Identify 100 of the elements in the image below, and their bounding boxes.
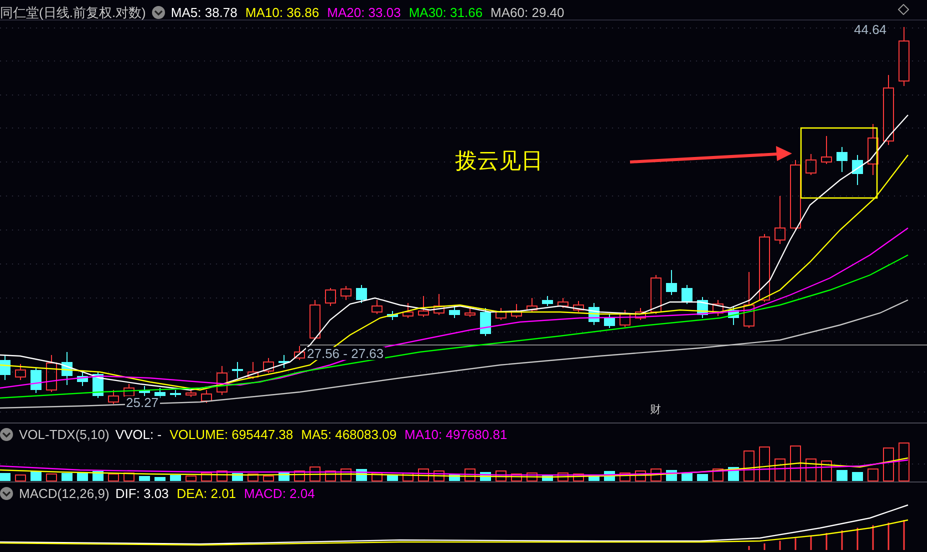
candlestick bbox=[372, 300, 382, 314]
volume-bar bbox=[511, 474, 522, 482]
legend-value: VOLUME: 695447.38 bbox=[170, 426, 294, 444]
candlestick bbox=[46, 354, 57, 392]
legend-value: MA10: 497680.81 bbox=[404, 426, 508, 444]
candlestick bbox=[744, 272, 754, 328]
volume-bar bbox=[496, 470, 506, 482]
legend-value: DIF: 3.03 bbox=[115, 485, 169, 503]
volume-bar bbox=[248, 474, 258, 482]
volume-bar bbox=[790, 446, 801, 482]
price-label: 44.64 bbox=[853, 23, 888, 36]
candlestick bbox=[620, 310, 630, 328]
volume-bar bbox=[108, 474, 119, 482]
candlestick bbox=[124, 384, 134, 398]
legend-value: VVOL: - bbox=[115, 426, 162, 444]
candlestick bbox=[712, 300, 724, 316]
volume-bar bbox=[712, 468, 724, 482]
candlestick bbox=[635, 308, 646, 320]
volume-bar bbox=[418, 468, 429, 482]
volume-bar bbox=[650, 468, 662, 482]
candlestick bbox=[790, 160, 801, 230]
candlestick bbox=[62, 352, 72, 386]
candlestick bbox=[402, 302, 414, 318]
volume-bar bbox=[697, 474, 708, 481]
volume-bar bbox=[186, 476, 196, 482]
candlestick bbox=[573, 300, 584, 312]
legend-value: MA10: 36.86 bbox=[245, 4, 320, 22]
volume-bar bbox=[558, 472, 568, 482]
volume-bar bbox=[434, 470, 444, 482]
legend-value: MA20: 33.03 bbox=[327, 4, 401, 22]
diamond-icon[interactable] bbox=[898, 4, 909, 15]
candlestick bbox=[77, 372, 88, 386]
volume-bar bbox=[620, 472, 630, 482]
volume-bar bbox=[852, 472, 863, 481]
finance-marker: 财 bbox=[650, 405, 661, 416]
candlestick bbox=[325, 288, 336, 306]
candlestick bbox=[232, 362, 243, 378]
candlestick bbox=[15, 364, 26, 380]
candlestick bbox=[666, 270, 677, 296]
candlestick bbox=[883, 74, 894, 146]
candlestick bbox=[278, 354, 290, 368]
volume-bar bbox=[325, 470, 336, 482]
candlestick bbox=[588, 302, 600, 326]
candlestick bbox=[108, 390, 119, 404]
candlestick bbox=[186, 390, 196, 398]
dropdown-icon[interactable] bbox=[0, 487, 13, 500]
volume-bar bbox=[340, 468, 352, 482]
volume-bar bbox=[216, 470, 228, 482]
volume-bar bbox=[821, 460, 832, 482]
volume-bar bbox=[774, 458, 786, 482]
candlestick bbox=[852, 154, 863, 186]
volume-bar bbox=[139, 476, 150, 481]
candlestick bbox=[542, 296, 553, 306]
volume-bar bbox=[573, 474, 584, 482]
panel-title: VOL-TDX(5,10) bbox=[19, 426, 110, 444]
legend-value: DEA: 2.01 bbox=[176, 485, 236, 503]
annotation-text: 拨云见日 bbox=[455, 147, 543, 175]
volume-bar bbox=[682, 473, 692, 481]
volume-bar bbox=[868, 468, 878, 482]
candlestick bbox=[496, 308, 506, 320]
volume-bar bbox=[30, 471, 42, 481]
volume-bar bbox=[402, 472, 414, 482]
candlestick bbox=[759, 234, 770, 302]
candlestick bbox=[434, 294, 444, 316]
dropdown-icon[interactable] bbox=[152, 6, 165, 20]
volume-bar bbox=[806, 458, 816, 482]
volume-bar bbox=[0, 473, 10, 481]
volume-bar bbox=[263, 476, 274, 482]
candlestick bbox=[154, 388, 166, 398]
chart-title: 同仁堂(日线.前复权.对数) bbox=[0, 4, 146, 22]
volume-bar bbox=[744, 450, 754, 482]
volume-bar bbox=[526, 472, 538, 482]
legend-value: MA60: 29.40 bbox=[490, 4, 564, 22]
volume-bar bbox=[310, 466, 320, 482]
panel-title: MACD(12,26,9) bbox=[19, 485, 110, 503]
candlestick bbox=[340, 286, 352, 300]
volume-bar bbox=[62, 473, 72, 481]
volume-bar bbox=[898, 442, 910, 482]
candlestick bbox=[170, 390, 181, 398]
dropdown-icon[interactable] bbox=[0, 428, 13, 442]
candlestick bbox=[0, 354, 10, 380]
price-label: 27.56 - 27.63 bbox=[306, 347, 385, 360]
candlestick bbox=[806, 154, 816, 176]
candlestick bbox=[836, 146, 848, 172]
candlestick bbox=[263, 358, 274, 374]
candlestick bbox=[30, 368, 42, 394]
volume-bar bbox=[46, 474, 57, 482]
volume-bar bbox=[464, 468, 476, 482]
volume-bar bbox=[124, 472, 134, 482]
volume-bar bbox=[201, 472, 212, 482]
candlestick bbox=[898, 26, 910, 86]
volume-bar bbox=[836, 470, 848, 481]
volume-bar bbox=[154, 477, 166, 481]
candlestick bbox=[294, 346, 305, 360]
candlestick bbox=[526, 298, 538, 312]
candlestick bbox=[774, 196, 786, 244]
candlestick bbox=[248, 362, 258, 380]
candlestick bbox=[216, 366, 228, 396]
legend-value: MACD: 2.04 bbox=[244, 485, 315, 503]
volume-bar bbox=[15, 474, 26, 482]
